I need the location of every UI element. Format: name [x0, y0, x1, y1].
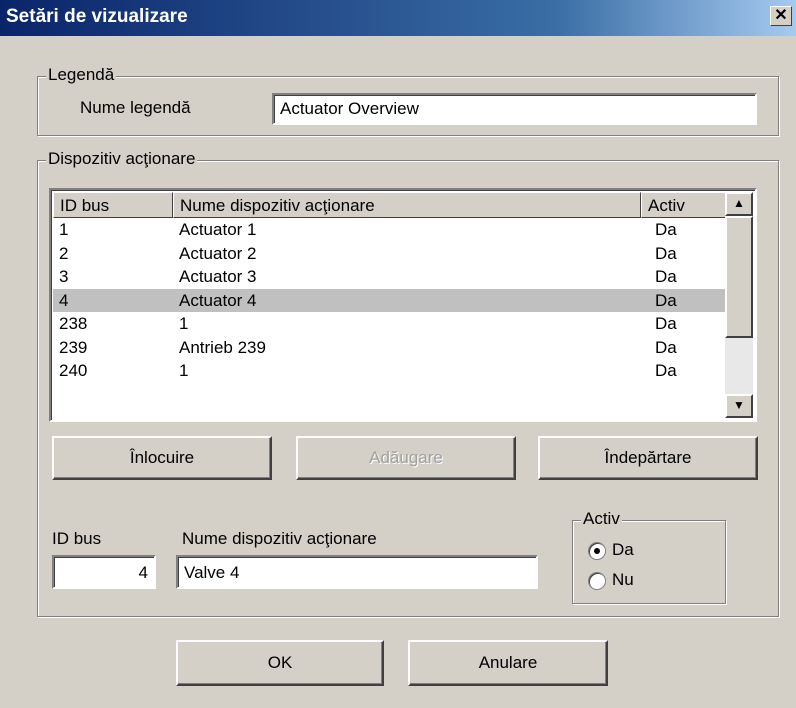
cell-id: 1 [59, 220, 69, 239]
scroll-down-button[interactable]: ▼ [725, 394, 753, 418]
radio-yes-label[interactable]: Da [612, 540, 634, 560]
list-header: ID bus Nume dispozitiv acţionare Activ [53, 192, 729, 218]
table-row[interactable]: 3 Actuator 3 Da [53, 265, 727, 289]
cell-name: 1 [179, 314, 189, 333]
window-title: Setări de vizualizare [6, 6, 188, 27]
table-row[interactable]: 238 1 Da [53, 312, 727, 336]
device-name-label: Nume dispozitiv acţionare [182, 529, 377, 548]
add-button[interactable]: Adăugare [296, 436, 516, 480]
cell-active: Da [655, 337, 677, 357]
table-row[interactable]: 2 Actuator 2 Da [53, 242, 727, 266]
column-header-active[interactable]: Activ [641, 192, 729, 218]
dialog-window: Setări de vizualizare ✕ Legendă Nume leg… [0, 0, 796, 708]
scroll-thumb[interactable] [725, 216, 753, 338]
table-row[interactable]: 240 1 Da [53, 359, 727, 383]
replace-button[interactable]: Înlocuire [52, 436, 272, 480]
close-button[interactable]: ✕ [770, 6, 792, 26]
id-bus-label: ID bus [52, 529, 102, 548]
active-group: Activ [572, 509, 726, 604]
table-row-selected[interactable]: 4 Actuator 4 Da [53, 288, 727, 312]
cell-active: Da [655, 243, 677, 263]
vertical-scrollbar[interactable]: ▲ ▼ [725, 192, 753, 418]
cancel-button-label: Anulare [478, 653, 538, 672]
radio-no[interactable] [588, 572, 606, 590]
legend-name-label: Nume legendă [80, 98, 191, 117]
device-group-label: Dispozitiv acţionare [46, 149, 198, 169]
active-group-label: Activ [581, 509, 622, 529]
ok-button[interactable]: OK [176, 640, 384, 686]
id-bus-value: 4 [138, 563, 148, 582]
legend-group-label: Legendă [46, 65, 117, 85]
cell-active: Da [655, 267, 677, 286]
cell-name: Antrieb 239 [179, 337, 266, 357]
scroll-up-button[interactable]: ▲ [725, 192, 753, 216]
cell-active: Da [655, 361, 677, 380]
cell-id: 240 [59, 361, 88, 380]
cell-active: Da [655, 290, 677, 310]
cell-name: 1 [179, 361, 189, 380]
device-name-value: Valve 4 [184, 563, 240, 582]
cell-id: 2 [59, 243, 69, 263]
replace-button-label: Înlocuire [129, 448, 195, 467]
close-icon: ✕ [774, 7, 788, 24]
legend-name-field[interactable]: Actuator Overview [272, 93, 757, 125]
column-header-name[interactable]: Nume dispozitiv acţionare [173, 192, 641, 218]
device-name-field[interactable]: Valve 4 [176, 555, 538, 589]
legend-name-value: Actuator Overview [280, 99, 419, 118]
cell-name: Actuator 3 [179, 267, 257, 286]
radio-no-label[interactable]: Nu [612, 570, 634, 590]
radio-yes[interactable] [588, 542, 606, 560]
cancel-button[interactable]: Anulare [408, 640, 608, 686]
table-row[interactable]: 239 Antrieb 239 Da [53, 336, 727, 360]
table-row[interactable]: 1 Actuator 1 Da [53, 218, 727, 242]
id-bus-field[interactable]: 4 [52, 555, 156, 589]
remove-button-label: Îndepărtare [604, 448, 692, 467]
cell-id: 239 [59, 337, 88, 357]
cell-name: Actuator 1 [179, 220, 257, 239]
device-list[interactable]: ID bus Nume dispozitiv acţionare Activ 1… [49, 188, 757, 422]
cell-active: Da [655, 314, 677, 333]
arrow-up-icon: ▲ [733, 196, 745, 210]
cell-name: Actuator 4 [179, 290, 257, 310]
radio-selected-dot [594, 548, 600, 554]
cell-id: 238 [59, 314, 88, 333]
list-rows: 1 Actuator 1 Da 2 Actuator 2 Da 3 Actuat… [53, 218, 727, 383]
title-bar[interactable]: Setări de vizualizare ✕ [0, 0, 796, 36]
add-button-label: Adăugare [369, 448, 443, 467]
cell-id: 4 [59, 290, 69, 310]
cell-name: Actuator 2 [179, 243, 257, 263]
ok-button-label: OK [267, 653, 293, 672]
cell-active: Da [655, 220, 677, 239]
remove-button[interactable]: Îndepărtare [538, 436, 758, 480]
column-header-id[interactable]: ID bus [53, 192, 173, 218]
cell-id: 3 [59, 267, 69, 286]
arrow-down-icon: ▼ [733, 398, 745, 412]
